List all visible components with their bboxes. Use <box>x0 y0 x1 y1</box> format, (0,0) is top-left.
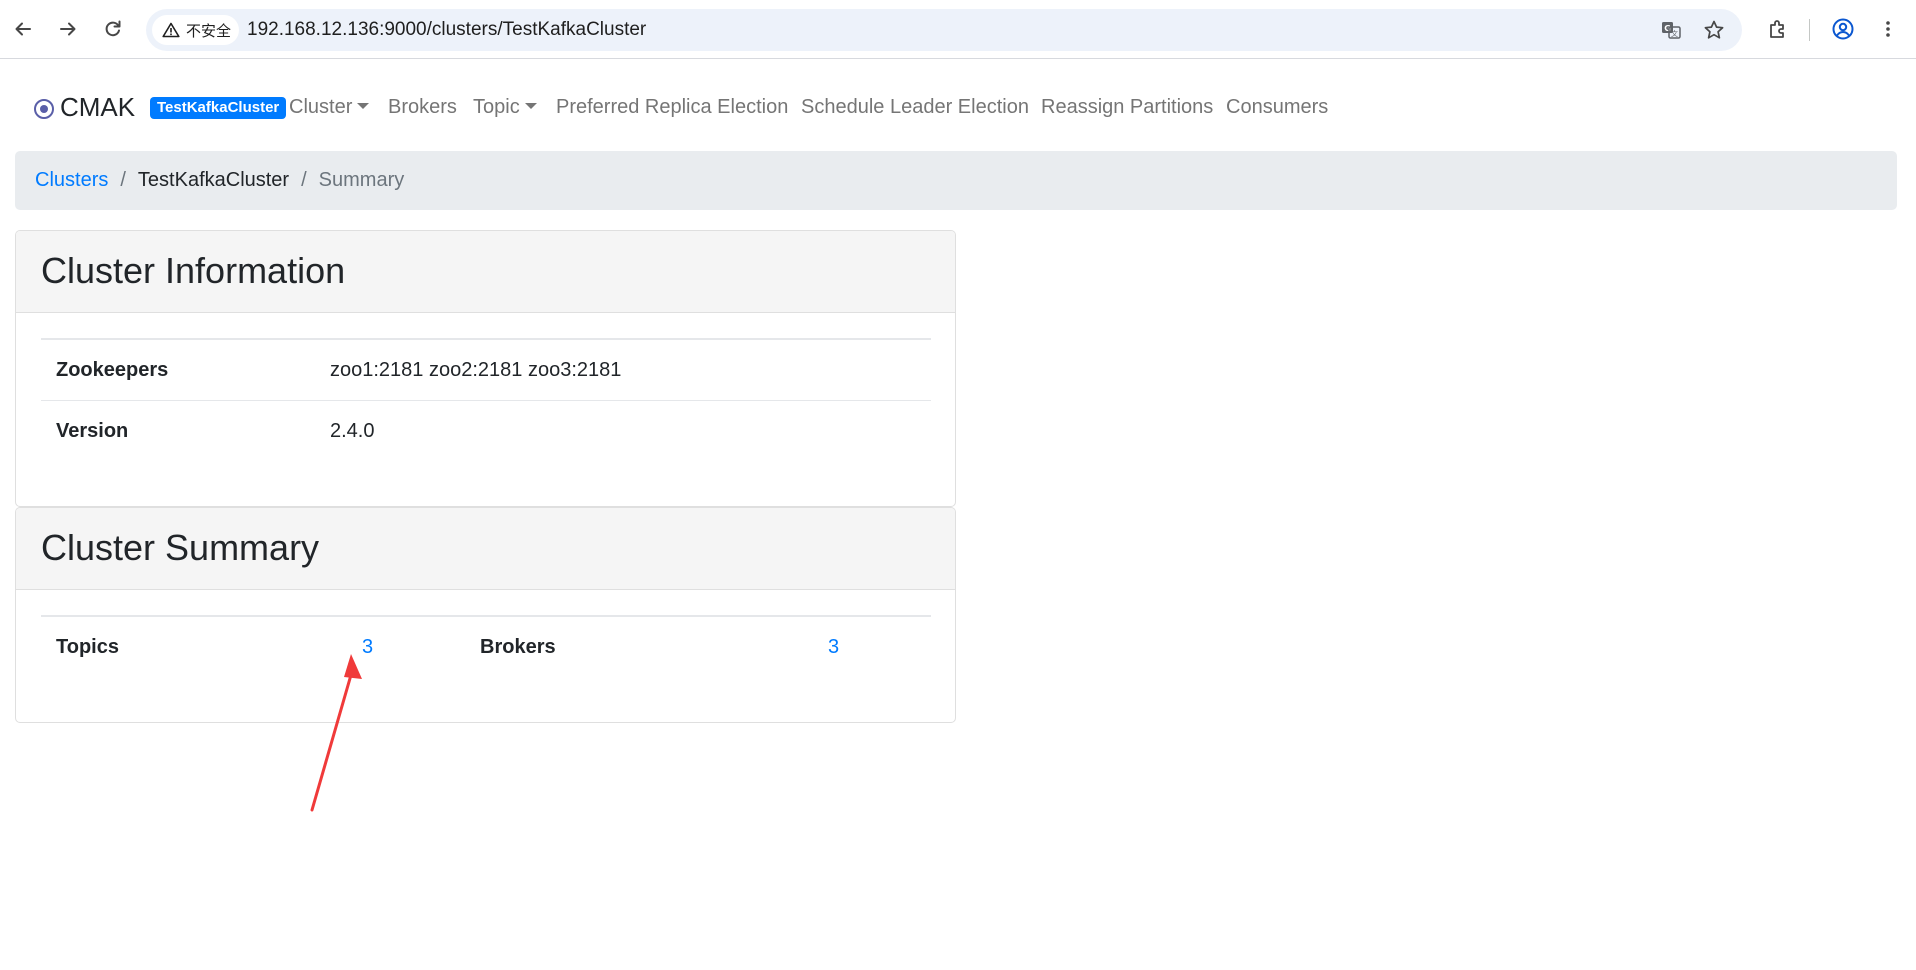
star-icon <box>1704 20 1724 39</box>
nav-reassign-partitions[interactable]: Reassign Partitions <box>1041 85 1213 129</box>
cluster-summary-card: Cluster Summary Topics 3 Brokers 3 <box>15 507 956 723</box>
toolbar-divider <box>1809 19 1810 41</box>
extensions-button[interactable] <box>1760 11 1796 47</box>
version-value: 2.4.0 <box>330 420 375 442</box>
forward-arrow-icon <box>60 22 76 36</box>
translate-icon: G 文 <box>1662 22 1681 39</box>
main-navbar: CMAK TestKafkaCluster Cluster Brokers To… <box>0 85 1916 129</box>
security-chip[interactable]: 不安全 <box>152 15 240 45</box>
more-vert-icon <box>1886 21 1890 37</box>
translate-button[interactable]: G 文 <box>1655 14 1687 46</box>
bookmark-button[interactable] <box>1698 14 1730 46</box>
reload-button[interactable] <box>95 11 131 47</box>
svg-text:文: 文 <box>1671 29 1678 38</box>
nav-preferred-replica-election-label: Preferred Replica Election <box>556 96 789 118</box>
nav-brokers[interactable]: Brokers <box>388 85 457 129</box>
table-row: Version 2.4.0 <box>41 401 931 461</box>
breadcrumb-active: Summary <box>318 169 405 191</box>
caret-down-icon <box>524 103 537 109</box>
back-arrow-icon <box>15 22 31 36</box>
security-label: 不安全 <box>186 21 232 40</box>
breadcrumb-clusters-link[interactable]: Clusters <box>35 169 108 192</box>
nav-topic-dropdown[interactable]: Topic <box>473 85 537 129</box>
nav-reassign-partitions-label: Reassign Partitions <box>1041 96 1214 118</box>
puzzle-icon <box>1770 20 1784 38</box>
breadcrumb-separator: / <box>120 169 126 191</box>
cluster-summary-table: Topics 3 Brokers 3 <box>41 615 931 677</box>
nav-cluster-dropdown[interactable]: Cluster <box>289 85 370 129</box>
cluster-badge: TestKafkaCluster <box>150 97 287 119</box>
profile-icon <box>1832 18 1854 40</box>
topics-count-link[interactable]: 3 <box>362 617 373 677</box>
svg-text:G: G <box>1664 24 1671 33</box>
brand-name: CMAK <box>60 91 136 122</box>
back-button[interactable] <box>5 11 41 47</box>
forward-button[interactable] <box>50 11 86 47</box>
table-row: Topics 3 Brokers 3 <box>41 617 931 677</box>
cluster-information-table: Zookeepers zoo1:2181 zoo2:2181 zoo3:2181… <box>41 338 931 461</box>
cluster-information-title: Cluster Information <box>16 231 955 313</box>
address-bar[interactable]: 不安全 192.168.12.136:9000/clusters/TestKaf… <box>146 9 1742 51</box>
nav-topic-label: Topic <box>473 96 520 118</box>
breadcrumb-cluster-name: TestKafkaCluster <box>137 169 290 191</box>
brokers-count-link[interactable]: 3 <box>828 617 839 677</box>
nav-consumers[interactable]: Consumers <box>1226 85 1328 129</box>
profile-button[interactable] <box>1825 11 1861 47</box>
breadcrumb-separator: / <box>301 169 307 191</box>
nav-preferred-replica-election[interactable]: Preferred Replica Election <box>556 85 788 129</box>
topics-label: Topics <box>56 636 119 658</box>
zookeepers-label: Zookeepers <box>56 359 169 381</box>
breadcrumb: Clusters / TestKafkaCluster / Summary <box>15 151 1897 210</box>
url-text[interactable]: 192.168.12.136:9000/clusters/TestKafkaCl… <box>247 9 646 51</box>
brokers-label: Brokers <box>480 636 556 658</box>
browser-menu-button[interactable] <box>1870 11 1906 47</box>
cluster-information-card: Cluster Information Zookeepers zoo1:2181… <box>15 230 956 507</box>
reload-icon <box>105 20 121 37</box>
caret-down-icon <box>357 103 370 109</box>
nav-cluster-label: Cluster <box>289 96 353 118</box>
cmak-logo-icon <box>34 99 54 119</box>
version-label: Version <box>56 420 129 442</box>
brand-link[interactable]: CMAK <box>34 85 135 129</box>
warning-icon <box>162 22 180 38</box>
nav-brokers-label: Brokers <box>388 96 457 118</box>
nav-schedule-leader-election-label: Schedule Leader Election <box>801 96 1029 118</box>
table-row: Zookeepers zoo1:2181 zoo2:2181 zoo3:2181 <box>41 340 931 401</box>
nav-schedule-leader-election[interactable]: Schedule Leader Election <box>801 85 1029 129</box>
zookeepers-value: zoo1:2181 zoo2:2181 zoo3:2181 <box>330 359 622 381</box>
cluster-summary-title: Cluster Summary <box>16 508 955 590</box>
nav-consumers-label: Consumers <box>1226 96 1329 118</box>
browser-toolbar: 不安全 192.168.12.136:9000/clusters/TestKaf… <box>0 0 1916 59</box>
